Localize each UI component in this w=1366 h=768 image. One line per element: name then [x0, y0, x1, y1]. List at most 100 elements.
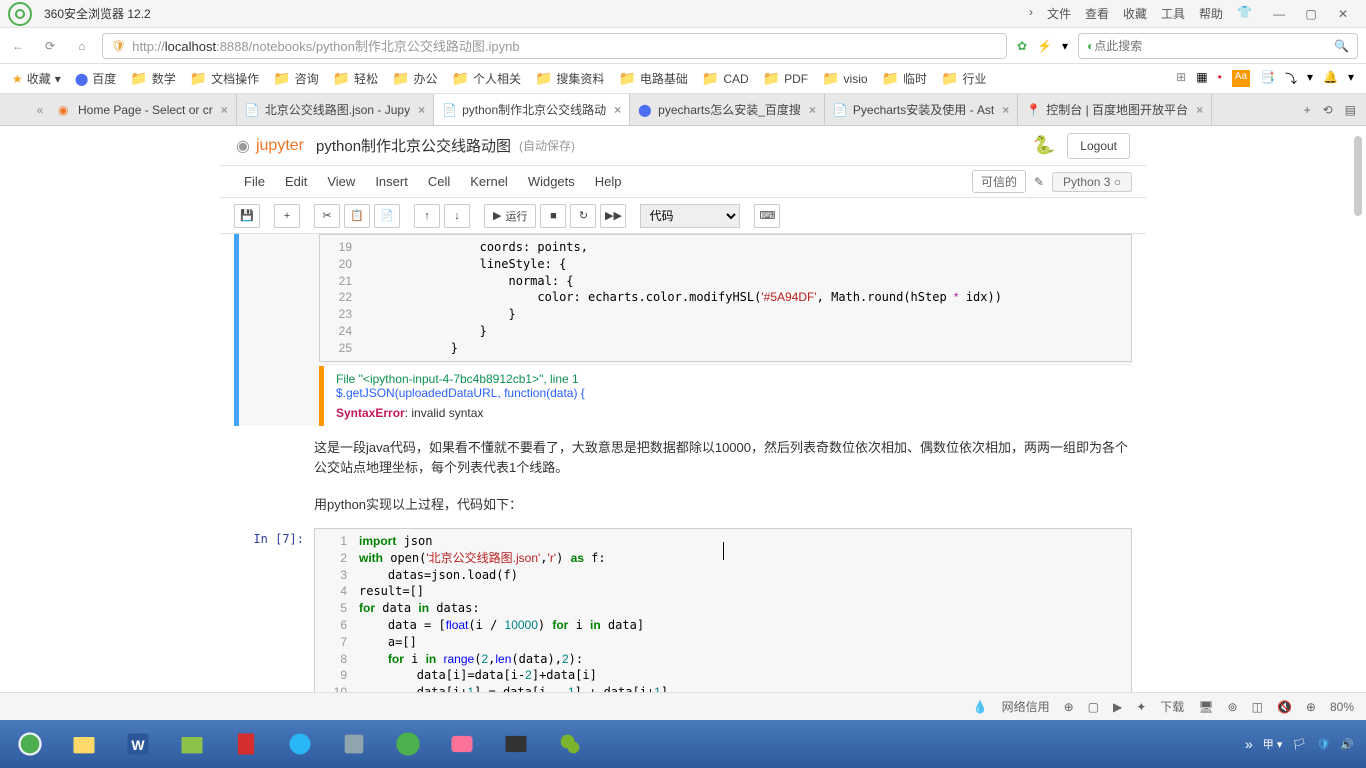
tray-flag-icon[interactable]: 🏳: [1292, 738, 1306, 751]
tab-history-button[interactable]: ⟲: [1323, 103, 1333, 117]
search-box[interactable]: ◐ 🔍: [1078, 33, 1358, 59]
bm-cad[interactable]: 📁CAD: [702, 70, 749, 87]
tools-icon[interactable]: ⊚: [1228, 700, 1238, 714]
tray-volume-icon[interactable]: 🔊: [1340, 738, 1354, 751]
flash-icon[interactable]: ⚡: [1037, 39, 1052, 53]
menu-file[interactable]: File: [234, 170, 275, 193]
bm-math[interactable]: 📁数学: [130, 70, 175, 87]
terminal-icon[interactable]: [490, 724, 542, 764]
menu-view[interactable]: 查看: [1085, 5, 1109, 22]
celltype-select[interactable]: 代码: [640, 204, 740, 228]
restart-run-button[interactable]: ▶▶: [600, 204, 626, 228]
bm-industry[interactable]: 📁行业: [941, 70, 986, 87]
ext-icon-8[interactable]: 🔔: [1323, 70, 1338, 87]
ext-icon-7[interactable]: ▾: [1307, 70, 1313, 87]
ext-icon-5[interactable]: 📑: [1260, 70, 1275, 87]
code-editor[interactable]: 19 coords: points, 20 lineStyle: { 21 no…: [319, 234, 1132, 362]
menu-cell[interactable]: Cell: [418, 170, 460, 193]
menu-help[interactable]: Help: [585, 170, 632, 193]
bm-personal[interactable]: 📁个人相关: [452, 70, 521, 87]
mute-icon[interactable]: 🔇: [1277, 700, 1292, 714]
tray-more-icon[interactable]: »: [1245, 736, 1253, 752]
close-icon[interactable]: ×: [418, 103, 425, 117]
menu-edit[interactable]: Edit: [275, 170, 317, 193]
bm-collect[interactable]: 📁搜集资料: [535, 70, 604, 87]
bm-consult[interactable]: 📁咨询: [273, 70, 318, 87]
new-tab-button[interactable]: +: [1304, 103, 1311, 117]
tab-2[interactable]: 📄python制作北京公交线路动×: [434, 94, 630, 125]
bm-circuit[interactable]: 📁电路基础: [618, 70, 687, 87]
edit-icon[interactable]: ✎: [1034, 175, 1044, 189]
water-icon[interactable]: 💧: [973, 700, 988, 714]
url-input[interactable]: 🛡 http://localhost:8888/notebooks/python…: [102, 33, 1007, 59]
bm-visio[interactable]: 📁visio: [822, 70, 867, 87]
tab-menu-button[interactable]: ▤: [1345, 103, 1356, 117]
video-icon[interactable]: ▶: [1113, 700, 1122, 714]
run-button[interactable]: ▶ 运行: [484, 204, 536, 228]
menu-widgets[interactable]: Widgets: [518, 170, 585, 193]
move-up-button[interactable]: ↑: [414, 204, 440, 228]
pc-icon[interactable]: 🖥: [1198, 700, 1213, 714]
scrollbar[interactable]: [1354, 136, 1362, 216]
explorer-icon[interactable]: [58, 724, 110, 764]
bm-temp[interactable]: 📁临时: [882, 70, 927, 87]
ext-icon-4[interactable]: Aa: [1232, 70, 1250, 87]
ext-icon-6[interactable]: ⤵: [1285, 70, 1297, 87]
bm-pdf[interactable]: 📁PDF: [763, 70, 808, 87]
bm-office[interactable]: 📁办公: [392, 70, 437, 87]
sidebar-icon[interactable]: ◫: [1252, 700, 1263, 714]
restart-button[interactable]: ↻: [570, 204, 596, 228]
code-cell[interactable]: In [7]: 1import json 2with open('北京公交线路图…: [234, 528, 1132, 692]
menu-fav[interactable]: 收藏: [1123, 5, 1147, 22]
tab-4[interactable]: 📄Pyecharts安装及使用 - Ast×: [825, 94, 1018, 125]
trusted-badge[interactable]: 可信的: [972, 170, 1026, 193]
zoom-level[interactable]: 80%: [1330, 700, 1354, 714]
maximize-button[interactable]: ▢: [1296, 3, 1326, 25]
save-button[interactable]: 💾: [234, 204, 260, 228]
bm-docs[interactable]: 📁文档操作: [190, 70, 259, 87]
interrupt-button[interactable]: ■: [540, 204, 566, 228]
menu-insert[interactable]: Insert: [365, 170, 418, 193]
close-icon[interactable]: ×: [614, 103, 621, 117]
search-icon[interactable]: 🔍: [1334, 39, 1349, 53]
logout-button[interactable]: Logout: [1067, 133, 1130, 159]
close-icon[interactable]: ×: [1196, 103, 1203, 117]
reload-button[interactable]: ⟳: [40, 36, 60, 56]
wechat-icon[interactable]: [544, 724, 596, 764]
menu-help[interactable]: 帮助: [1199, 5, 1223, 22]
move-down-button[interactable]: ↓: [444, 204, 470, 228]
ext-icon-2[interactable]: ▦: [1196, 70, 1207, 87]
360browser-icon[interactable]: [382, 724, 434, 764]
start-button[interactable]: [4, 724, 56, 764]
tab-1[interactable]: 📄北京公交线路图.json - Jupy×: [237, 94, 434, 125]
cloud-icon[interactable]: [274, 724, 326, 764]
dropdown-icon[interactable]: ▾: [1062, 39, 1068, 53]
bilibili-icon[interactable]: [436, 724, 488, 764]
minimize-button[interactable]: —: [1264, 3, 1294, 25]
close-icon[interactable]: ×: [809, 103, 816, 117]
tab-5[interactable]: 📍控制台 | 百度地图开放平台×: [1018, 94, 1212, 125]
menu-file[interactable]: 文件: [1047, 5, 1071, 22]
extension-icon[interactable]: ✿: [1017, 39, 1027, 53]
folder-icon[interactable]: [166, 724, 218, 764]
jupyter-logo[interactable]: ◉jupyter: [236, 136, 304, 156]
copy-button[interactable]: 📋: [344, 204, 370, 228]
screenshot-icon[interactable]: ▢: [1088, 700, 1099, 714]
notebook-title[interactable]: python制作北京公交线路动图: [316, 135, 511, 156]
close-icon[interactable]: ×: [221, 103, 228, 117]
search-input[interactable]: [1094, 39, 1334, 53]
tab-3[interactable]: ⬤pyecharts怎么安装_百度搜×: [630, 94, 825, 125]
kernel-indicator[interactable]: Python 3 ○: [1052, 172, 1132, 192]
menu-account-icon[interactable]: 👕: [1237, 5, 1252, 22]
home-button[interactable]: ⌂: [72, 36, 92, 56]
code-cell[interactable]: 19 coords: points, 20 lineStyle: { 21 no…: [234, 234, 1132, 426]
markdown-cell[interactable]: 这是一段java代码，如果看不懂就不要看了，大致意思是把数据都除以10000，然…: [234, 434, 1132, 484]
chevron-right-icon[interactable]: ›: [1029, 5, 1033, 22]
ext-icon-3[interactable]: •: [1218, 70, 1222, 87]
bm-easy[interactable]: 📁轻松: [333, 70, 378, 87]
back-button[interactable]: ←: [8, 36, 28, 56]
markdown-cell[interactable]: 用python实现以上过程，代码如下：: [234, 491, 1132, 520]
pdf-icon[interactable]: [220, 724, 272, 764]
close-icon[interactable]: ×: [1002, 103, 1009, 117]
download-label[interactable]: 下载: [1160, 698, 1184, 715]
